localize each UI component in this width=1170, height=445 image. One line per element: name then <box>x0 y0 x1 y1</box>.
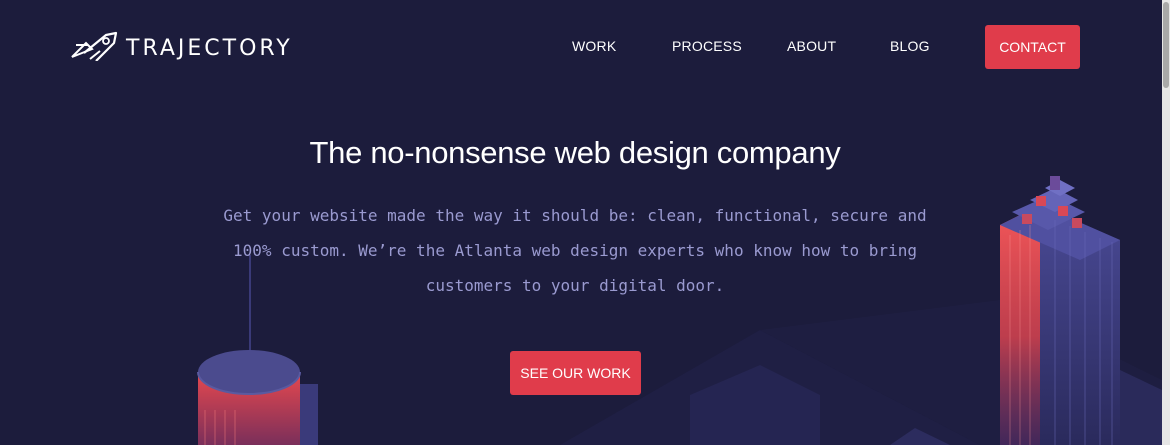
brand-name: TRAJECTORY <box>126 36 293 61</box>
contact-button[interactable]: CONTACT <box>985 25 1080 69</box>
see-our-work-button[interactable]: SEE OUR WORK <box>510 351 641 395</box>
brand-logo[interactable]: TRAJECTORY <box>70 31 293 66</box>
nav-item-blog[interactable]: BLOG <box>890 38 930 54</box>
hero-headline: The no-nonsense web design company <box>309 135 841 170</box>
nav-item-process[interactable]: PROCESS <box>672 38 742 54</box>
scrollbar-thumb[interactable] <box>1163 2 1169 88</box>
hero-section: TRAJECTORY WORK PROCESS ABOUT BLOG CONTA… <box>0 0 1162 445</box>
nav-item-work[interactable]: WORK <box>572 38 616 54</box>
rocket-logo-icon <box>70 31 118 66</box>
nav-item-about[interactable]: ABOUT <box>787 38 836 54</box>
page-scrollbar[interactable] <box>1162 0 1170 445</box>
hero-subcopy: Get your website made the way it should … <box>223 206 927 295</box>
